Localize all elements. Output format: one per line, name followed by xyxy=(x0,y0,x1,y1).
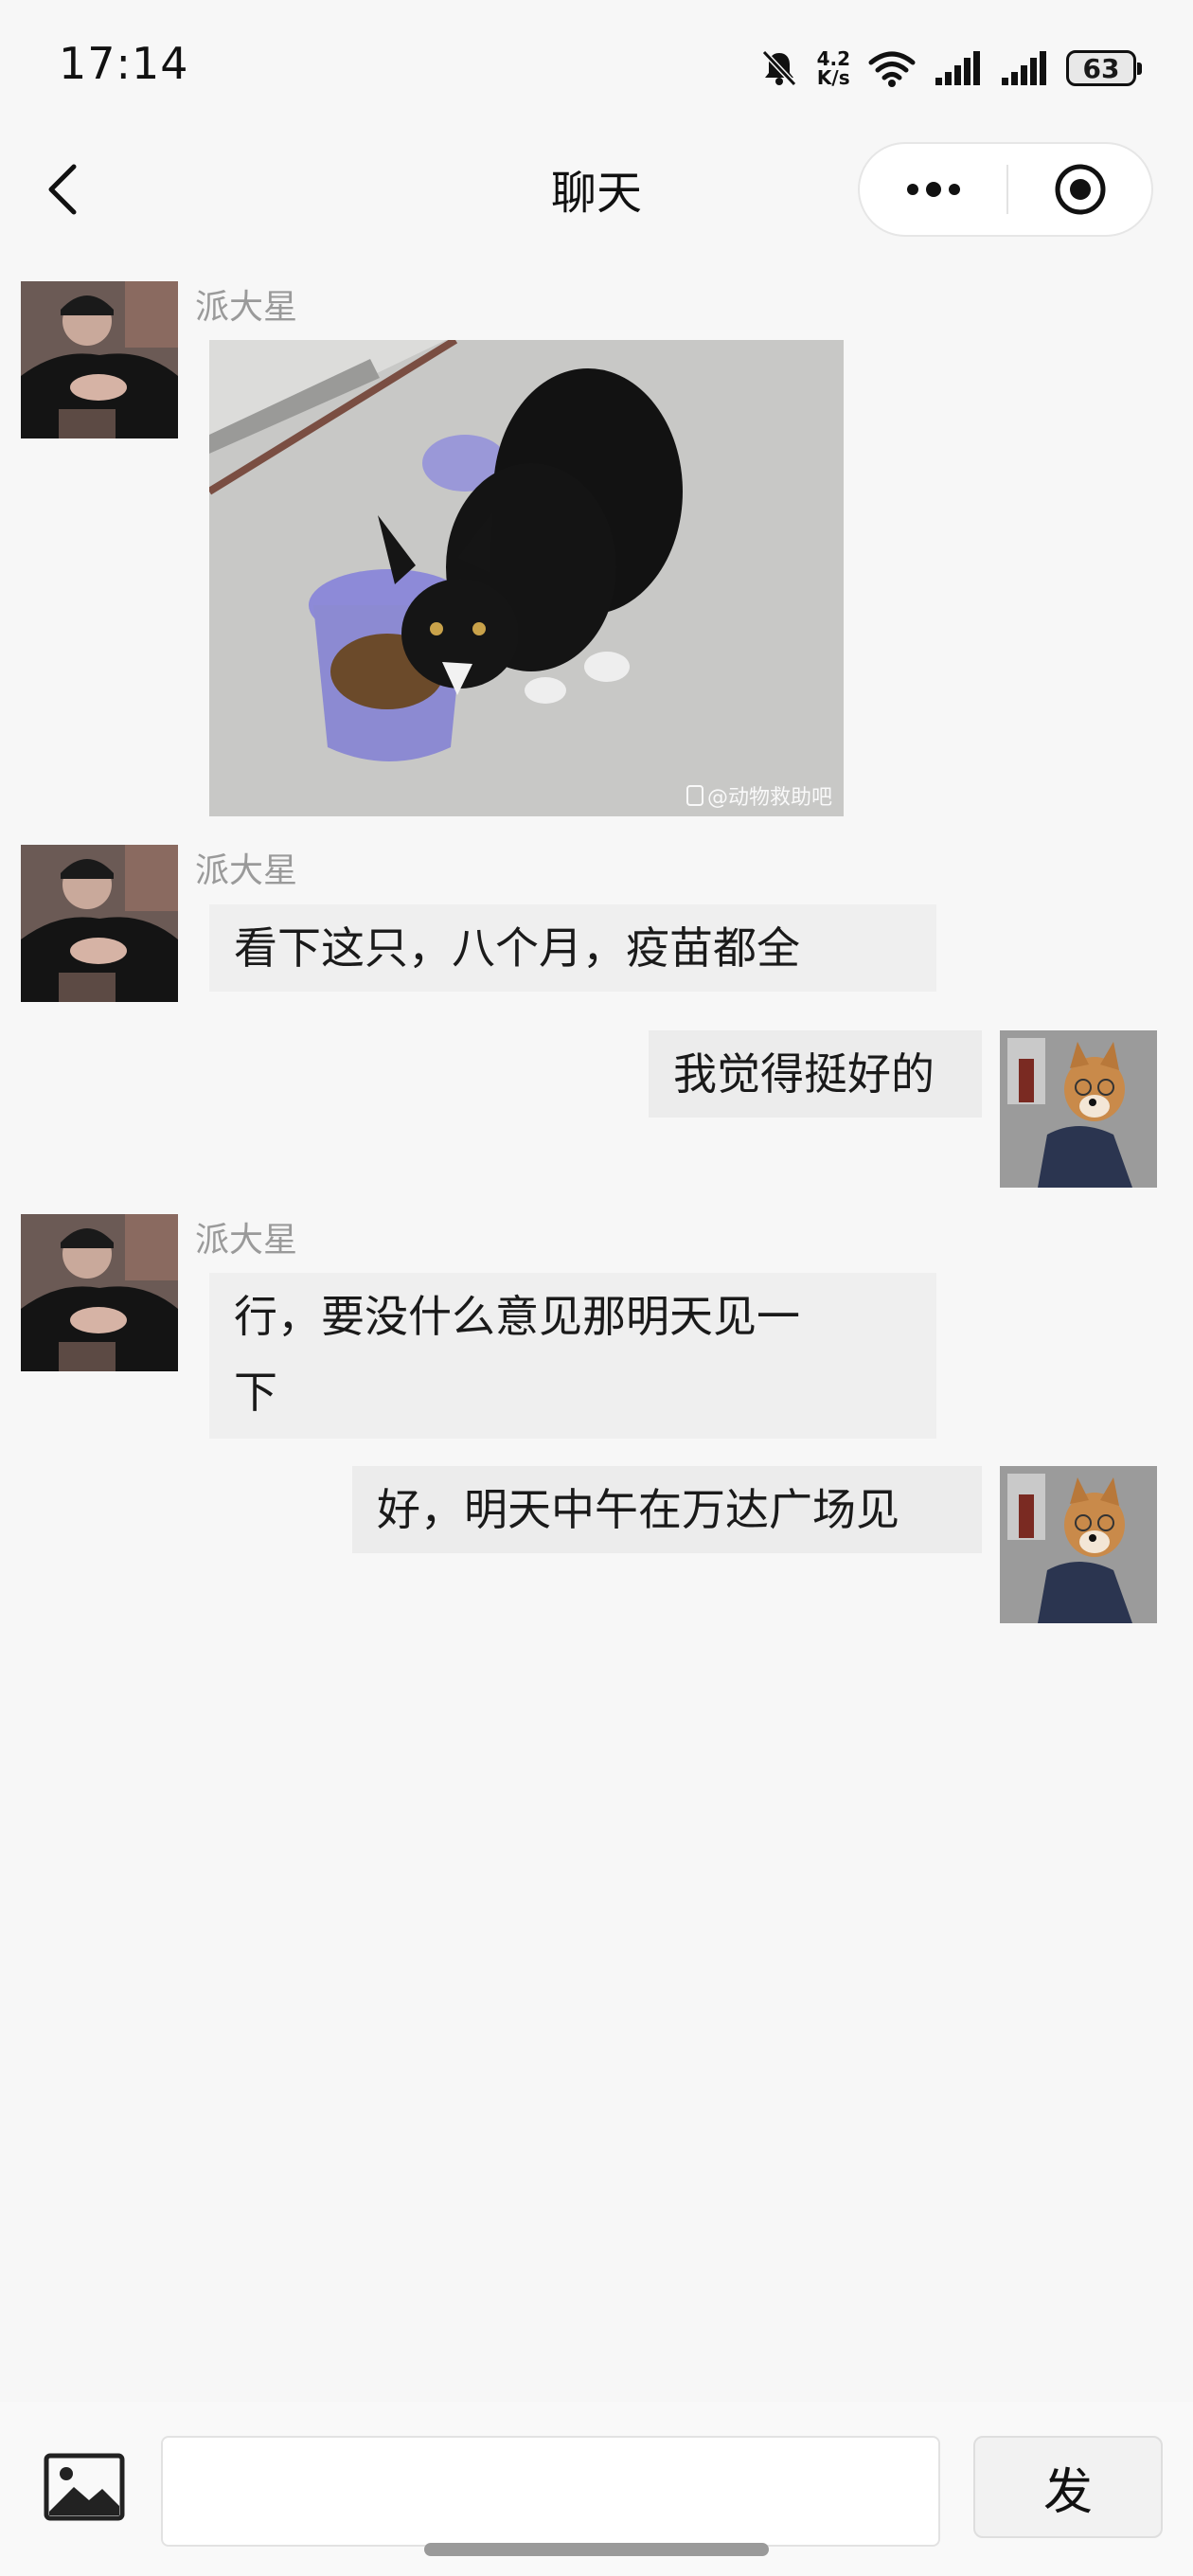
image-watermark: @动物救助吧 xyxy=(686,780,832,811)
net-speed: 4.2 K/s xyxy=(817,49,850,87)
status-bar: 17:14 4.2 K/s 63 xyxy=(0,0,1193,133)
message-image[interactable]: @动物救助吧 xyxy=(209,340,844,816)
avatar[interactable] xyxy=(21,281,178,438)
signal-icon xyxy=(1002,51,1046,85)
message-text-line: 行，要没什么意见那明天见一 xyxy=(234,1291,800,1342)
black-cat-eating-photo xyxy=(209,340,844,816)
home-indicator[interactable] xyxy=(424,2543,769,2556)
bell-muted-icon xyxy=(761,49,796,87)
status-icons: 4.2 K/s 63 xyxy=(741,40,1142,97)
message-input[interactable] xyxy=(161,2436,940,2547)
send-button[interactable]: 发 xyxy=(973,2436,1163,2538)
person-avatar-image xyxy=(21,845,178,1002)
message-bubble-self[interactable]: 我觉得挺好的 xyxy=(649,1030,982,1118)
sender-name: 派大星 xyxy=(195,851,298,890)
chevron-left-icon xyxy=(48,164,77,215)
shiba-dog-avatar-image xyxy=(1000,1030,1157,1188)
message-text: 看下这只，八个月，疫苗都全 xyxy=(234,922,800,974)
message-text: 好，明天中午在万达广场见 xyxy=(377,1484,899,1535)
wifi-icon xyxy=(868,51,916,87)
sender-name: 派大星 xyxy=(195,288,298,327)
watermark-logo-icon xyxy=(686,785,703,806)
watermark-text: @动物救助吧 xyxy=(706,786,832,810)
image-icon xyxy=(44,2453,125,2521)
message-bubble-self[interactable]: 好，明天中午在万达广场见 xyxy=(352,1466,982,1553)
more-dots-icon xyxy=(906,182,960,197)
back-button[interactable] xyxy=(36,161,93,218)
image-picker-button[interactable] xyxy=(44,2453,125,2521)
avatar-self[interactable] xyxy=(1000,1466,1157,1623)
battery-level: 63 xyxy=(1082,52,1120,84)
message-text: 我觉得挺好的 xyxy=(673,1048,935,1100)
person-avatar-image xyxy=(21,1214,178,1371)
mini-program-capsule xyxy=(858,142,1153,237)
net-speed-unit: K/s xyxy=(816,66,850,89)
more-button[interactable] xyxy=(860,144,1006,235)
avatar-self[interactable] xyxy=(1000,1030,1157,1188)
avatar[interactable] xyxy=(21,845,178,1002)
sender-name: 派大星 xyxy=(195,1221,298,1260)
net-speed-value: 4.2 xyxy=(816,47,850,70)
status-time: 17:14 xyxy=(59,38,189,89)
battery-icon: 63 xyxy=(1066,50,1142,86)
avatar[interactable] xyxy=(21,1214,178,1371)
signal-icon xyxy=(935,51,980,85)
message-text-line: 下 xyxy=(234,1367,277,1418)
nav-bar: 聊天 xyxy=(0,133,1193,246)
message-bubble[interactable]: 行，要没什么意见那明天见一 下 xyxy=(209,1273,936,1439)
shiba-dog-avatar-image xyxy=(1000,1466,1157,1623)
close-button[interactable] xyxy=(1008,144,1151,235)
person-avatar-image xyxy=(21,281,178,438)
target-circle-icon xyxy=(1055,164,1105,215)
message-bubble[interactable]: 看下这只，八个月，疫苗都全 xyxy=(209,904,936,992)
